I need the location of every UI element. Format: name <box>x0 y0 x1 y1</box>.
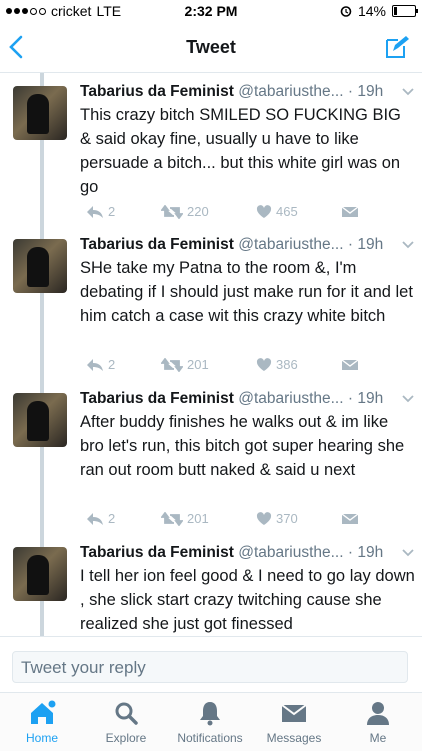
battery-percent: 14% <box>357 3 386 19</box>
author-handle: @tabariusthe... <box>238 390 344 407</box>
tweet-text: This crazy bitch SMILED SO FUCKING BIG &… <box>80 106 401 196</box>
tab-bar: Home Explore Notifications Messages Me <box>0 692 422 751</box>
chevron-down-icon[interactable] <box>401 546 415 560</box>
home-icon <box>31 700 56 724</box>
like-button[interactable]: 370 <box>256 511 341 526</box>
retweet-count: 201 <box>187 357 209 372</box>
tab-notifications[interactable]: Notifications <box>168 699 252 745</box>
heart-icon <box>256 204 272 218</box>
retweet-button[interactable]: 201 <box>161 357 256 372</box>
tweet-time: · 19h <box>347 390 384 407</box>
author-name[interactable]: Tabarius da Feminist <box>80 390 234 407</box>
tweet-text: I tell her ion feel good & I need to go … <box>80 567 415 633</box>
avatar[interactable] <box>13 239 67 293</box>
battery-group: 14% <box>340 3 418 19</box>
dm-button[interactable] <box>341 358 359 371</box>
tweet-time: · 19h <box>347 83 384 100</box>
tab-label: Notifications <box>177 731 243 745</box>
retweet-count: 220 <box>187 204 209 219</box>
alarm-icon <box>340 6 352 17</box>
reply-bar: Tweet your reply <box>0 636 422 693</box>
tab-explore[interactable]: Explore <box>84 699 168 745</box>
dm-button[interactable] <box>341 512 359 525</box>
reply-button[interactable]: 2 <box>86 204 161 219</box>
battery-icon <box>392 5 418 17</box>
reply-button[interactable]: 2 <box>86 357 161 372</box>
tab-label: Home <box>25 731 58 745</box>
tweet-time: · 19h <box>347 236 384 253</box>
avatar[interactable] <box>13 86 67 140</box>
tweet-thread: Tabarius da Feminist @tabariusthe... · 1… <box>0 73 422 636</box>
reply-icon <box>87 358 103 371</box>
retweet-button[interactable]: 201 <box>161 511 256 526</box>
tab-messages[interactable]: Messages <box>252 699 336 745</box>
tab-label: Me <box>369 731 387 745</box>
bell-icon <box>200 702 220 726</box>
like-count: 370 <box>276 511 298 526</box>
retweet-icon <box>161 204 183 219</box>
author-handle: @tabariusthe... <box>238 236 344 253</box>
author-name[interactable]: Tabarius da Feminist <box>80 83 234 100</box>
reply-button[interactable]: 2 <box>86 511 161 526</box>
page-title: Tweet <box>186 37 236 57</box>
tab-label: Explore <box>105 731 147 745</box>
envelope-icon <box>341 358 359 370</box>
retweet-icon <box>161 357 183 372</box>
reply-icon <box>87 205 103 218</box>
tweet-text: SHe take my Patna to the room &, I'm deb… <box>80 259 413 325</box>
author-handle: @tabariusthe... <box>238 544 344 561</box>
like-count: 386 <box>276 357 298 372</box>
heart-icon <box>256 357 272 371</box>
reply-count: 2 <box>108 357 116 372</box>
chevron-down-icon[interactable] <box>401 238 415 252</box>
reply-input[interactable]: Tweet your reply <box>12 651 408 683</box>
navigation-bar: Tweet <box>0 22 422 73</box>
tab-me[interactable]: Me <box>336 699 420 745</box>
chevron-down-icon[interactable] <box>401 392 415 406</box>
reply-count: 2 <box>108 204 116 219</box>
dm-button[interactable] <box>341 205 359 218</box>
envelope-icon <box>281 704 307 722</box>
author-handle: @tabariusthe... <box>238 83 344 100</box>
reply-count: 2 <box>108 511 116 526</box>
retweet-icon <box>161 511 183 526</box>
envelope-icon <box>341 512 359 524</box>
compose-button[interactable] <box>384 34 410 65</box>
like-button[interactable]: 465 <box>256 204 341 219</box>
avatar[interactable] <box>13 547 67 601</box>
like-button[interactable]: 386 <box>256 357 341 372</box>
chevron-down-icon[interactable] <box>401 85 415 99</box>
retweet-count: 201 <box>187 511 209 526</box>
retweet-button[interactable]: 220 <box>161 204 256 219</box>
person-icon <box>367 702 389 725</box>
tab-label: Messages <box>266 731 322 745</box>
author-name[interactable]: Tabarius da Feminist <box>80 544 234 561</box>
tab-home[interactable]: Home <box>0 699 84 745</box>
tweet-text: After buddy finishes he walks out & im l… <box>80 413 405 479</box>
avatar[interactable] <box>13 393 67 447</box>
search-icon <box>115 702 138 725</box>
envelope-icon <box>341 205 359 217</box>
like-count: 465 <box>276 204 298 219</box>
reply-icon <box>87 512 103 525</box>
compose-icon <box>386 36 409 58</box>
heart-icon <box>256 511 272 525</box>
status-bar: cricket LTE 2:32 PM 14% <box>0 0 422 22</box>
tweet-time: · 19h <box>347 544 384 561</box>
author-name[interactable]: Tabarius da Feminist <box>80 236 234 253</box>
